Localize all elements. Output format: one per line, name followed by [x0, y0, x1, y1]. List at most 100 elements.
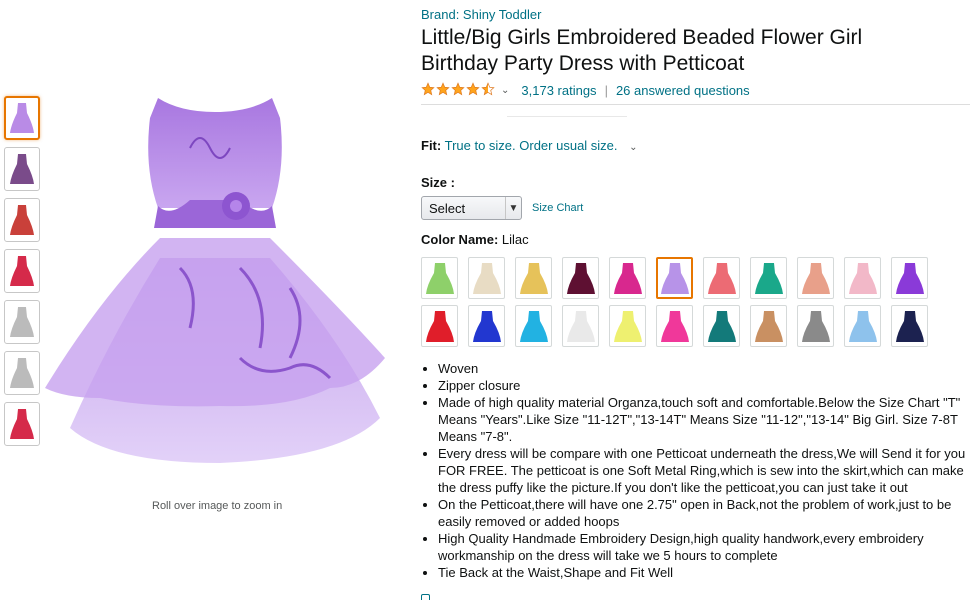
dress-thumbnail-icon: [10, 256, 34, 286]
color-name-row: Color Name: Lilac: [421, 232, 970, 247]
star-icon: [481, 81, 495, 99]
thumb-size-chart-1[interactable]: [4, 300, 40, 344]
color-swatch-burgundy[interactable]: [562, 257, 599, 299]
brand-link[interactable]: Brand: Shiny Toddler: [421, 7, 970, 22]
color-swatch-navy[interactable]: [891, 305, 928, 347]
color-swatch-champagne[interactable]: [468, 257, 505, 299]
size-row: Select ▼ Size Chart: [421, 196, 970, 220]
size-label: Size :: [421, 175, 455, 190]
color-swatch-white[interactable]: [562, 305, 599, 347]
fit-label: Fit:: [421, 138, 442, 153]
dress-swatch-icon: [425, 263, 454, 294]
thumb-red-dress[interactable]: [4, 249, 40, 293]
color-swatch-magenta[interactable]: [609, 257, 646, 299]
size-select[interactable]: Select ▼: [421, 196, 522, 220]
dress-swatch-icon: [613, 311, 642, 342]
color-swatch-lilac[interactable]: [656, 257, 693, 299]
color-swatch-gray[interactable]: [797, 305, 834, 347]
dress-swatch-icon: [801, 311, 830, 342]
color-swatch-bronze[interactable]: [750, 305, 787, 347]
dress-thumbnail-icon: [10, 205, 34, 235]
dress-swatch-icon: [848, 263, 877, 294]
dress-swatch-icon: [472, 263, 501, 294]
divider-short: [507, 116, 627, 117]
star-icon: [466, 81, 480, 99]
color-swatch-turquoise[interactable]: [515, 305, 552, 347]
chevron-down-icon[interactable]: ⌄: [629, 142, 637, 153]
divider: [421, 104, 970, 105]
rating-row: ⌄ 3,173 ratings | 26 answered questions: [421, 81, 970, 99]
thumb-model-photo[interactable]: [4, 147, 40, 191]
color-swatch-peach[interactable]: [797, 257, 834, 299]
color-swatches: [421, 257, 970, 347]
feature-bullet: Tie Back at the Waist,Shape and Fit Well: [438, 564, 966, 581]
thumb-size-chart-2[interactable]: [4, 351, 40, 395]
feature-bullets: WovenZipper closureMade of high quality …: [421, 360, 966, 581]
dress-swatch-icon: [895, 263, 924, 294]
color-swatch-yellow[interactable]: [609, 305, 646, 347]
dress-thumbnail-icon: [10, 409, 34, 439]
dress-swatch-icon: [707, 311, 736, 342]
color-name-label: Color Name:: [421, 232, 499, 247]
color-swatch-light-blue[interactable]: [844, 305, 881, 347]
dress-swatch-icon: [660, 263, 689, 294]
dress-swatch-icon: [519, 263, 548, 294]
dress-swatch-icon: [848, 311, 877, 342]
size-select-value: Select: [429, 200, 466, 216]
info-icon: [421, 594, 430, 600]
thumb-color-collage[interactable]: [4, 198, 40, 242]
dress-swatch-icon: [566, 311, 595, 342]
feature-bullet: Woven: [438, 360, 966, 377]
color-swatch-green[interactable]: [421, 257, 458, 299]
color-swatch-hot-pink[interactable]: [656, 305, 693, 347]
dress-swatch-icon: [895, 311, 924, 342]
dress-swatch-icon: [707, 263, 736, 294]
product-title: Little/Big Girls Embroidered Beaded Flow…: [421, 26, 863, 75]
dress-thumbnail-icon: [10, 358, 34, 388]
dress-swatch-icon: [519, 311, 548, 342]
star-rating[interactable]: [421, 81, 495, 99]
thumb-lilac-dress[interactable]: [4, 96, 40, 140]
feature-bullet: On the Petticoat,there will have one 2.7…: [438, 496, 966, 530]
color-swatch-red[interactable]: [421, 305, 458, 347]
star-icon: [421, 81, 435, 99]
dress-swatch-icon: [613, 263, 642, 294]
dress-swatch-icon: [660, 311, 689, 342]
dress-illustration: [45, 98, 385, 463]
answered-questions-link[interactable]: 26 answered questions: [616, 83, 750, 98]
feature-bullet: Made of high quality material Organza,to…: [438, 394, 966, 445]
size-chart-link[interactable]: Size Chart: [532, 202, 583, 214]
product-info: Brand: Shiny Toddler Little/Big Girls Em…: [421, 0, 970, 581]
dress-swatch-icon: [754, 311, 783, 342]
fit-row: Fit: True to size. Order usual size. ⌄: [421, 138, 970, 153]
cut-off-link[interactable]: [421, 591, 681, 600]
feature-bullet: Every dress will be compare with one Pet…: [438, 445, 966, 496]
chevron-down-icon: ▼: [505, 197, 521, 219]
color-swatch-gold[interactable]: [515, 257, 552, 299]
ratings-link[interactable]: 3,173 ratings: [521, 83, 596, 98]
dress-thumbnail-icon: [10, 154, 34, 184]
color-swatch-royal-blue[interactable]: [468, 305, 505, 347]
dress-swatch-icon: [754, 263, 783, 294]
dress-swatch-icon: [472, 311, 501, 342]
thumbnail-strip: [4, 96, 40, 453]
color-swatch-teal[interactable]: [750, 257, 787, 299]
feature-bullet: Zipper closure: [438, 377, 966, 394]
zoom-hint: Roll over image to zoom in: [152, 500, 283, 512]
thumb-red-dress-back[interactable]: [4, 402, 40, 446]
dress-swatch-icon: [801, 263, 830, 294]
color-swatch-purple[interactable]: [891, 257, 928, 299]
main-product-image[interactable]: [40, 88, 390, 478]
color-swatch-coral[interactable]: [703, 257, 740, 299]
separator: |: [604, 82, 608, 98]
dress-thumbnail-icon: [10, 103, 34, 133]
dress-swatch-icon: [425, 311, 454, 342]
star-icon: [451, 81, 465, 99]
dress-thumbnail-icon: [10, 307, 34, 337]
feature-bullet: High Quality Handmade Embroidery Design,…: [438, 530, 966, 564]
color-swatch-pink[interactable]: [844, 257, 881, 299]
dress-swatch-icon: [566, 263, 595, 294]
fit-value-link[interactable]: True to size. Order usual size.: [445, 138, 618, 153]
color-swatch-dark-teal[interactable]: [703, 305, 740, 347]
chevron-down-icon[interactable]: ⌄: [501, 85, 509, 96]
